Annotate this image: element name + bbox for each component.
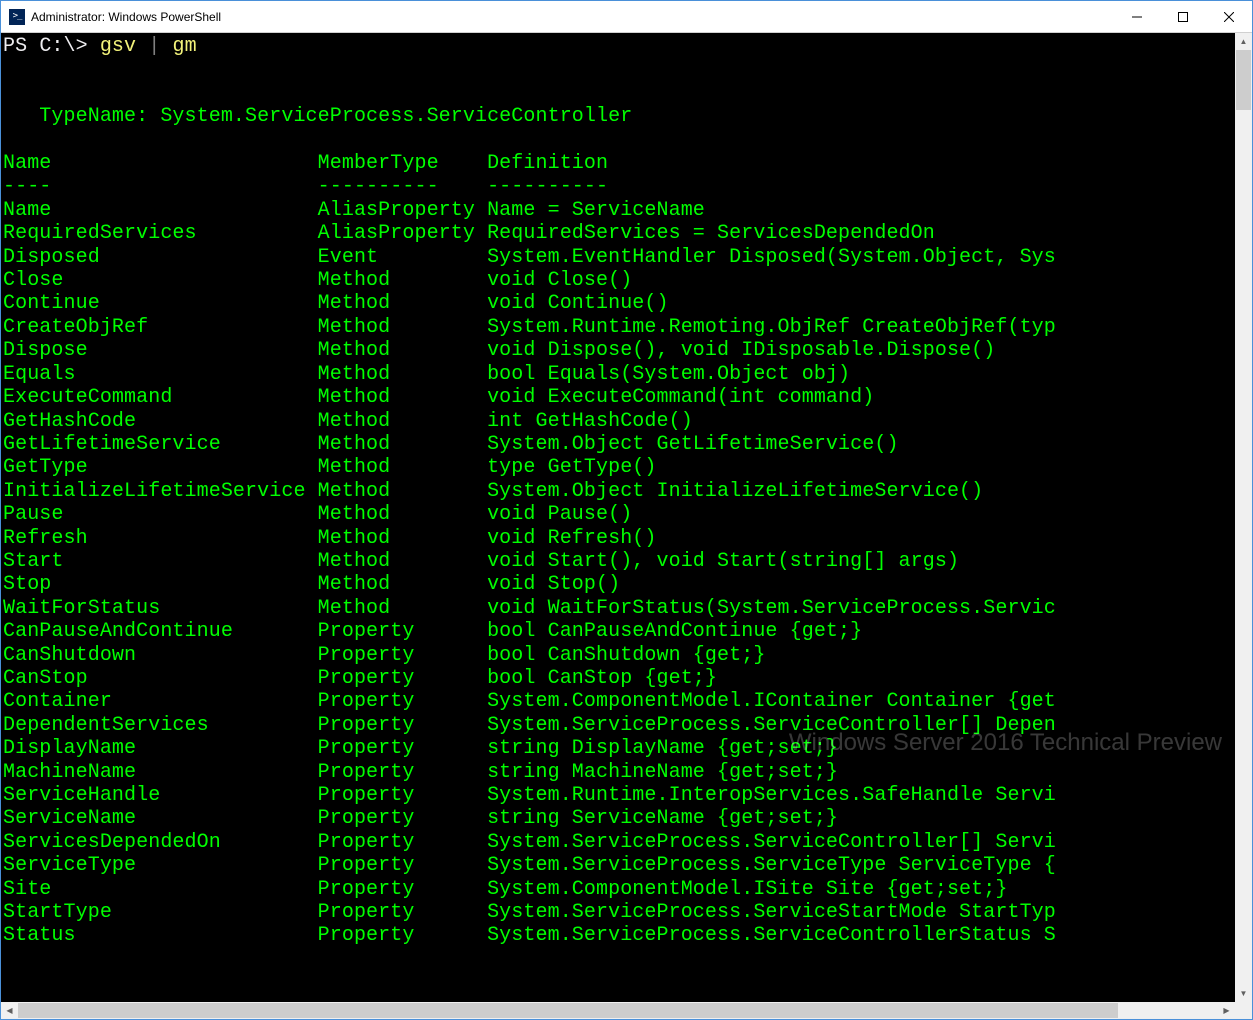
- window-controls: [1114, 1, 1252, 32]
- powershell-icon: [9, 9, 25, 25]
- vertical-scrollbar[interactable]: ▲ ▼: [1235, 33, 1252, 1002]
- terminal-viewport[interactable]: PS C:\> gsv | gm TypeName: System.Servic…: [1, 33, 1252, 1002]
- horizontal-scroll-thumb[interactable]: [18, 1003, 1118, 1018]
- minimize-button[interactable]: [1114, 1, 1160, 32]
- terminal-content[interactable]: PS C:\> gsv | gm TypeName: System.Servic…: [1, 33, 1252, 948]
- window-titlebar[interactable]: Administrator: Windows PowerShell: [1, 1, 1252, 33]
- horizontal-scrollbar[interactable]: ◀ ▶: [1, 1002, 1252, 1019]
- vertical-scroll-thumb[interactable]: [1236, 50, 1251, 110]
- window-title: Administrator: Windows PowerShell: [31, 10, 1114, 24]
- close-button[interactable]: [1206, 1, 1252, 32]
- maximize-button[interactable]: [1160, 1, 1206, 32]
- scroll-down-arrow-icon[interactable]: ▼: [1235, 985, 1252, 1002]
- scroll-left-arrow-icon[interactable]: ◀: [1, 1002, 18, 1019]
- scroll-right-arrow-icon[interactable]: ▶: [1218, 1002, 1235, 1019]
- scrollbar-corner: [1235, 1002, 1252, 1019]
- scroll-up-arrow-icon[interactable]: ▲: [1235, 33, 1252, 50]
